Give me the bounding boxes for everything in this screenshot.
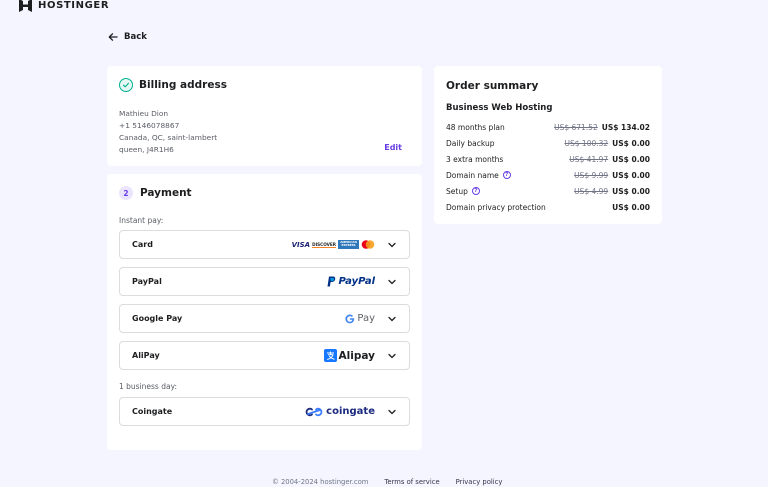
old-price: US$ 4.99: [574, 186, 609, 196]
summary-row: Setup ? US$ 4.99 US$ 0.00: [446, 185, 650, 197]
chevron-down-icon: [387, 314, 397, 324]
back-label: Back: [124, 32, 147, 42]
payment-method-coingate[interactable]: Coingate coingate: [119, 397, 410, 426]
old-price: US$ 9.99: [574, 170, 609, 180]
privacy-link[interactable]: Privacy policy: [456, 478, 503, 486]
row-label: 3 extra months: [446, 154, 504, 164]
step-number: 2: [119, 186, 133, 200]
amex-logo: AMERICAN EXPRESS: [338, 240, 359, 249]
method-name: AliPay: [132, 351, 160, 360]
payment-title: Payment: [140, 187, 192, 199]
brand-name: HOSTINGER: [38, 0, 110, 11]
paypal-icon: [327, 276, 336, 287]
method-name: PayPal: [132, 277, 162, 286]
new-price: US$ 0.00: [612, 202, 650, 212]
copyright: © 2004-2024 hostinger.com: [272, 478, 369, 486]
paypal-wordmark: PayPal: [338, 276, 375, 287]
new-price: US$ 134.02: [601, 122, 650, 132]
payment-method-paypal[interactable]: PayPal PayPal: [119, 267, 410, 296]
chevron-down-icon: [387, 351, 397, 361]
google-g-icon: [345, 314, 355, 323]
alipay-wordmark: Alipay: [338, 349, 375, 362]
payment-method-alipay[interactable]: AliPay Alipay: [119, 341, 410, 370]
paypal-logo: PayPal: [327, 276, 375, 287]
hostinger-logo[interactable]: HOSTINGER: [19, 0, 109, 12]
summary-title: Order summary: [446, 80, 539, 92]
row-label-wrap: Domain name ?: [446, 171, 574, 180]
row-label-wrap: Setup ?: [446, 187, 574, 196]
old-price: US$ 41.97: [569, 154, 609, 164]
payment-method-google-pay[interactable]: Google Pay Pay: [119, 304, 410, 333]
row-label: Setup: [446, 186, 468, 196]
summary-row: 3 extra months US$ 41.97 US$ 0.00: [446, 153, 650, 165]
arrow-left-icon: [108, 33, 118, 41]
method-name: Google Pay: [132, 314, 183, 323]
payment-method-card[interactable]: Card VISA DISCOVER AMERICAN EXPRESS: [119, 230, 410, 259]
row-label: Daily backup: [446, 138, 495, 148]
billing-title: Billing address: [139, 79, 227, 91]
summary-row: Domain privacy protection US$ 0.00: [446, 201, 650, 213]
coingate-icon: [305, 407, 323, 416]
billing-address-card: Billing address Mathieu Dion +1 51460788…: [107, 66, 422, 166]
alipay-logo: Alipay: [323, 349, 375, 362]
row-label: Domain privacy protection: [446, 202, 546, 212]
billing-city: Canada, QC, saint-lambert: [119, 133, 218, 142]
visa-logo: VISA: [291, 240, 311, 249]
coingate-logo: coingate: [304, 406, 375, 417]
summary-row: Daily backup US$ 100.32 US$ 0.00: [446, 137, 650, 149]
google-pay-logo: Pay: [345, 313, 375, 324]
alipay-icon: [323, 349, 337, 362]
billing-header: Billing address: [119, 78, 227, 92]
new-price: US$ 0.00: [612, 138, 650, 148]
summary-row: 48 months plan US$ 671.52 US$ 134.02: [446, 121, 650, 133]
method-name: Card: [132, 240, 153, 249]
billing-street: queen, J4R1H6: [119, 145, 174, 154]
row-label: Domain name: [446, 170, 499, 180]
payment-card: 2 Payment Instant pay: Card VISA DISCOVE…: [107, 174, 422, 450]
info-icon[interactable]: ?: [502, 171, 511, 179]
business-day-label: 1 business day:: [119, 382, 178, 391]
billing-address: Mathieu Dion +1 5146078867 Canada, QC, s…: [119, 108, 217, 156]
billing-name: Mathieu Dion: [119, 109, 169, 118]
info-icon[interactable]: ?: [471, 187, 480, 195]
plan-name: Business Web Hosting: [446, 103, 553, 113]
row-label: 48 months plan: [446, 122, 505, 132]
coingate-wordmark: coingate: [326, 406, 375, 417]
footer: © 2004-2024 hostinger.com Terms of servi…: [272, 478, 502, 486]
terms-link[interactable]: Terms of service: [384, 478, 439, 486]
method-name: Coingate: [132, 407, 173, 416]
google-pay-wordmark: Pay: [357, 313, 375, 324]
old-price: US$ 100.32: [564, 138, 609, 148]
instant-pay-label: Instant pay:: [119, 216, 164, 225]
summary-row: Domain name ? US$ 9.99 US$ 0.00: [446, 169, 650, 181]
card-brands: VISA DISCOVER AMERICAN EXPRESS: [292, 240, 375, 249]
new-price: US$ 0.00: [612, 154, 650, 164]
mastercard-logo: [361, 240, 375, 249]
new-price: US$ 0.00: [612, 170, 650, 180]
discover-logo: DISCOVER: [312, 241, 336, 248]
billing-phone: +1 5146078867: [119, 121, 180, 130]
edit-billing-button[interactable]: Edit: [384, 143, 402, 152]
chevron-down-icon: [387, 240, 397, 250]
hostinger-logo-icon: [19, 0, 32, 12]
check-icon: [119, 78, 133, 92]
payment-header: 2 Payment: [119, 186, 192, 200]
chevron-down-icon: [387, 277, 397, 287]
chevron-down-icon: [387, 407, 397, 417]
back-button[interactable]: Back: [108, 32, 147, 42]
new-price: US$ 0.00: [612, 186, 650, 196]
order-summary-card: Order summary Business Web Hosting 48 mo…: [434, 66, 662, 224]
old-price: US$ 671.52: [554, 122, 598, 132]
